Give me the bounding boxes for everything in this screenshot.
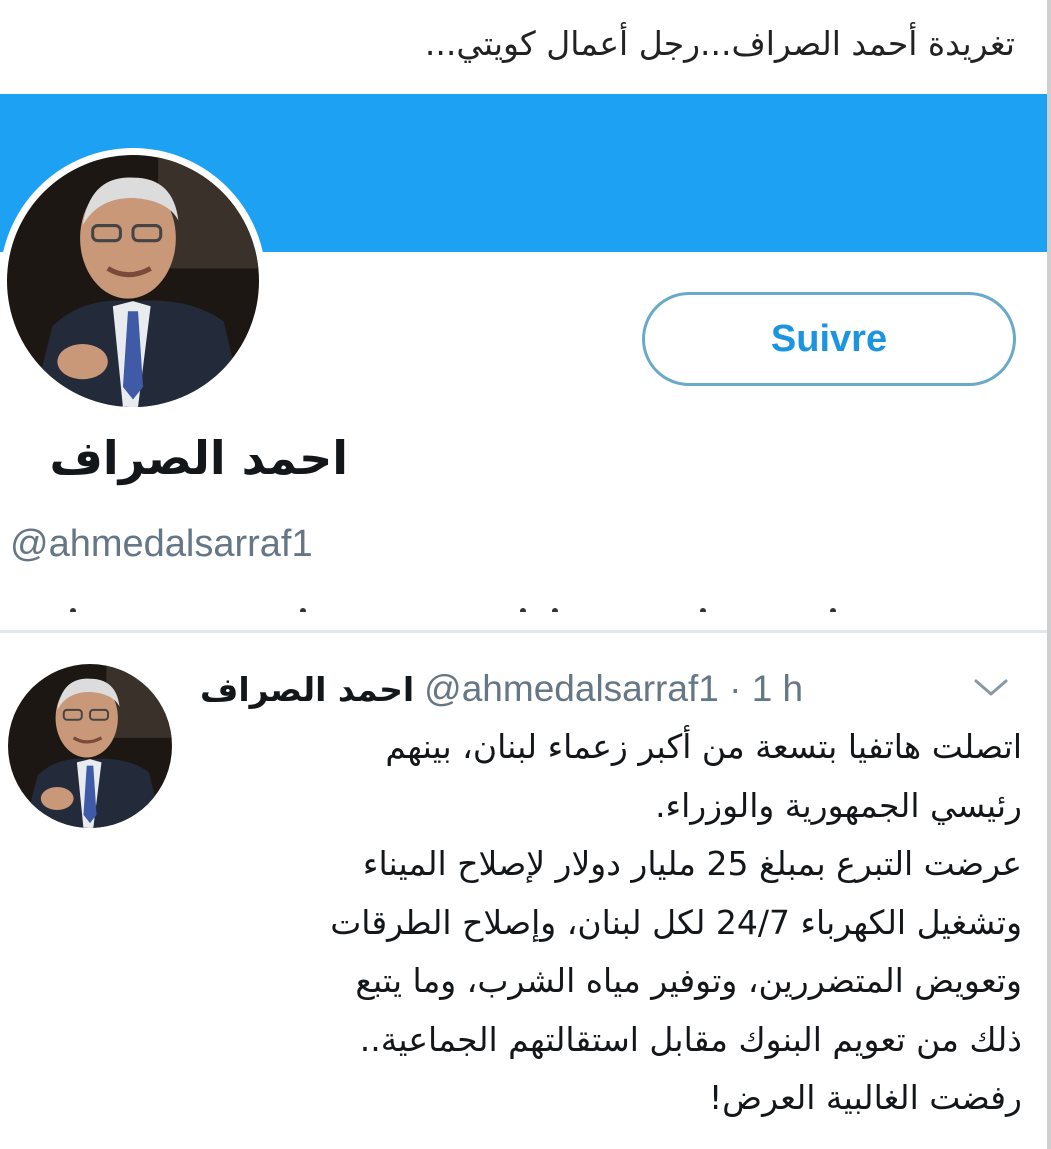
tweet-author-handle-time[interactable]: @ahmedalsarraf1 · 1 h: [424, 668, 803, 710]
screenshot-edge: [1047, 0, 1051, 1149]
tweet-line: رفضت الغالبية العرض!: [708, 1078, 1022, 1117]
section-divider: [0, 630, 1051, 633]
truncated-bio-text: [0, 598, 1051, 612]
avatar-photo: [8, 664, 172, 828]
profile-name: احمد الصراف: [49, 431, 348, 485]
tweet-line: رئيسي الجمهورية والوزراء.: [655, 785, 1022, 825]
tweet-text: اتصلت هاتفيا بتسعة من أكبر زعماء لبنان، …: [196, 718, 1022, 1128]
tweet-line: ذلك من تعويم البنوك مقابل استقالتهم الجم…: [359, 1019, 1022, 1059]
tweet-header: احمد الصراف @ahmedalsarraf1 · 1 h: [200, 660, 900, 718]
tweet-line: وتعويض المتضررين، وتوفير مياه الشرب، وما…: [355, 961, 1022, 1000]
follow-button[interactable]: Suivre: [642, 292, 1016, 386]
avatar-photo: [7, 155, 259, 407]
tweet-line: عرضت التبرع بمبلغ 25 مليار دولار لإصلاح …: [362, 844, 1022, 883]
profile-avatar[interactable]: [0, 148, 266, 414]
profile-handle[interactable]: @ahmedalsarraf1: [10, 516, 313, 572]
chevron-down-icon[interactable]: [968, 672, 1014, 702]
tweet-line: اتصلت هاتفيا بتسعة من أكبر زعماء لبنان، …: [385, 727, 1022, 766]
image-caption: تغريدة أحمد الصراف...رجل أعمال كويتي...: [424, 24, 1015, 63]
tweet-author-avatar[interactable]: [8, 664, 172, 828]
tweet-line: وتشغيل الكهرباء 24/7 لكل لبنان، وإصلاح ا…: [330, 902, 1022, 942]
tweet-author-name[interactable]: احمد الصراف: [200, 670, 414, 709]
